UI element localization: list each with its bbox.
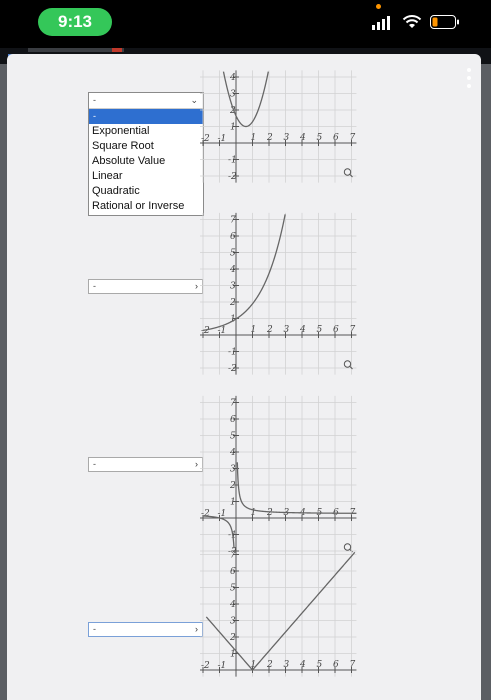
graph-4-svg: -2 -1 1 2 3 4 5 6 77654321 [200, 550, 357, 677]
privacy-indicator-dot [376, 4, 381, 9]
document-tab[interactable] [28, 48, 124, 52]
graph-type-dropdown-2[interactable]: - › [88, 279, 203, 294]
option-linear[interactable]: Linear [89, 169, 203, 184]
y-tick-label: -1 [228, 348, 237, 358]
y-tick-label: 4 [229, 600, 236, 610]
x-tick-label: 2 [266, 133, 273, 143]
y-tick-label: 4 [229, 265, 236, 275]
tab-indicator [112, 48, 122, 52]
zoom-icon [343, 168, 352, 176]
x-tick-label: -2 [201, 661, 210, 671]
dropdown-selected: - [93, 624, 96, 634]
option-exponential[interactable]: Exponential [89, 124, 203, 139]
graph-type-dropdown-1[interactable]: - ⌄ - Exponential Square Root Absolute V… [88, 92, 204, 216]
x-tick-label: -2 [201, 509, 210, 519]
x-tick-label: 2 [266, 325, 273, 335]
option-quadratic[interactable]: Quadratic [89, 184, 203, 199]
y-tick-label: 5 [230, 249, 236, 259]
dropdown-selected: - [93, 95, 96, 105]
y-tick-label: 7 [230, 551, 236, 561]
x-tick-label: 1 [251, 325, 257, 335]
y-tick-label: 4 [229, 73, 236, 83]
y-tick-label: 2 [229, 481, 236, 491]
x-tick-label: 5 [317, 133, 323, 143]
phone-status-bar: 9:13 [0, 0, 491, 48]
x-tick-label: 7 [350, 325, 356, 335]
wifi-icon [402, 15, 422, 28]
graph-type-dropdown-4[interactable]: - › [88, 622, 203, 637]
x-tick-label: 4 [299, 325, 306, 335]
chevron-down-icon[interactable]: › [195, 458, 198, 471]
x-tick-label: 3 [284, 325, 290, 335]
y-tick-label: 3 [230, 282, 236, 292]
battery-icon [430, 15, 459, 29]
more-options-button[interactable] [464, 68, 474, 96]
graph-quadratic: -2 -1 1 2 3 4 5 6 7 4 3 2 1 -1 -2 [200, 60, 385, 200]
chevron-down-icon[interactable]: › [195, 280, 198, 293]
x-tick-label: 2 [266, 508, 273, 518]
y-tick-label: -2 [228, 364, 237, 374]
x-tick-label: 6 [333, 133, 339, 143]
function-curve [205, 551, 356, 671]
y-tick-label: 7 [230, 216, 236, 226]
y-tick-label: 2 [229, 298, 236, 308]
graph-exponential: -2 -1 1 2 3 4 5 6 7 7 6 5 4 3 2 1 -1 -2 [200, 195, 385, 375]
graph-rational: -2 -1 1 2 3 4 5 6 7 7 6 5 4 3 2 1 -1 -2 [200, 378, 385, 553]
x-tick-label: 3 [284, 133, 290, 143]
chevron-down-icon[interactable]: ⌄ [190, 93, 198, 107]
function-curve [236, 462, 357, 514]
y-tick-label: 2 [229, 633, 236, 643]
y-tick-label: 6 [230, 232, 236, 242]
y-tick-label: 5 [230, 584, 236, 594]
graph-2-svg: -2 -1 1 2 3 4 5 6 77654321-1-2 [200, 212, 357, 375]
graph-type-dropdown-3[interactable]: - › [88, 457, 203, 472]
option-absolute-value[interactable]: Absolute Value [89, 154, 203, 169]
x-tick-label: 5 [317, 660, 323, 670]
chevron-down-icon[interactable]: › [195, 623, 198, 636]
y-tick-label: 3 [230, 465, 236, 475]
dropdown-selected: - [93, 459, 96, 469]
y-tick-label: 3 [230, 90, 236, 100]
y-tick-label: -2 [228, 172, 237, 182]
option-rational-inverse[interactable]: Rational or Inverse [89, 199, 203, 214]
x-tick-label: 6 [333, 660, 339, 670]
dropdown-header[interactable]: - ⌄ [89, 93, 203, 109]
graph-1-svg: -2 -1 1 2 3 4 5 6 74321-1-2 [200, 70, 357, 183]
x-tick-label: 4 [299, 133, 306, 143]
cellular-signal-icon [372, 16, 390, 30]
y-tick-label: 6 [230, 415, 236, 425]
y-tick-label: 6 [230, 567, 236, 577]
status-time: 9:13 [38, 8, 112, 36]
x-tick-label: 7 [350, 133, 356, 143]
y-tick-label: 1 [230, 498, 236, 508]
x-tick-label: 3 [284, 660, 290, 670]
y-tick-label: 3 [230, 617, 236, 627]
x-tick-label: 1 [251, 133, 257, 143]
highlighted-option[interactable]: - [89, 109, 203, 124]
x-tick-label: -1 [218, 134, 227, 144]
x-tick-label: -2 [201, 134, 210, 144]
x-tick-label: -2 [201, 326, 210, 336]
x-tick-label: -1 [218, 326, 227, 336]
x-tick-label: 5 [317, 325, 323, 335]
y-tick-label: 7 [230, 399, 236, 409]
x-tick-label: 2 [266, 660, 273, 670]
y-tick-label: 5 [230, 432, 236, 442]
y-tick-label: 1 [230, 650, 236, 660]
function-curve [202, 214, 286, 332]
option-square-root[interactable]: Square Root [89, 139, 203, 154]
y-tick-label: -1 [228, 156, 237, 166]
dropdown-selected: - [93, 281, 96, 291]
y-tick-label: 1 [230, 123, 236, 133]
zoom-icon [343, 360, 352, 368]
x-tick-label: 6 [333, 325, 339, 335]
x-tick-label: 7 [350, 660, 356, 670]
x-tick-label: -1 [218, 661, 227, 671]
x-tick-label: 4 [299, 660, 306, 670]
y-tick-label: 4 [229, 448, 236, 458]
graph-absolute-value: -2 -1 1 2 3 4 5 6 7 7 6 5 4 3 2 1 [200, 550, 385, 695]
graph-3-svg: -2 -1 1 2 3 4 5 6 77654321-1-2 [200, 395, 357, 553]
